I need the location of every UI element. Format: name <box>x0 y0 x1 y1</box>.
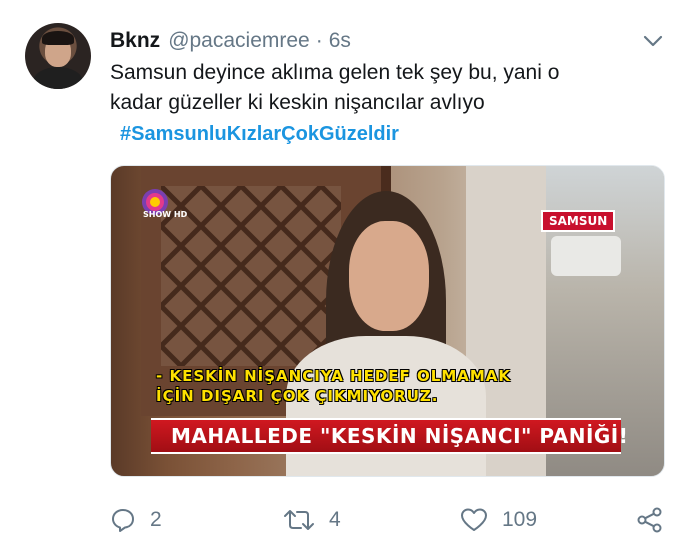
like-button[interactable]: 109 <box>460 500 537 540</box>
avatar-shirt <box>33 67 83 89</box>
tweet-text-line1: Samsun deyince aklıma gelen tek şey bu, … <box>110 61 560 84</box>
avatar-hair <box>42 31 74 45</box>
like-count: 109 <box>502 508 538 531</box>
tweet-text: Samsun deyince aklıma gelen tek şey bu, … <box>110 58 670 118</box>
retweet-button[interactable]: 4 <box>283 500 341 540</box>
channel-logo-text: SHOW HD <box>143 210 188 219</box>
news-banner-text: MAHALLEDE "KESKİN NİŞANCI" PANİĞİ! <box>171 424 629 448</box>
person-body <box>286 336 486 476</box>
user-handle[interactable]: @pacaciemree <box>168 29 310 53</box>
reply-button[interactable]: 2 <box>110 500 162 540</box>
tweet-actions: 2 4 109 <box>0 500 690 540</box>
avatar[interactable] <box>25 23 91 89</box>
chevron-down-icon[interactable] <box>640 28 666 54</box>
subtitle-line2: İÇİN DIŞARI ÇOK ÇIKMIYORUZ. <box>156 387 439 405</box>
retweet-count: 4 <box>329 508 341 531</box>
tweet-media-image[interactable]: SHOW HD SAMSUN - KESKİN NİŞANCIYA HEDEF … <box>110 165 665 477</box>
video-subtitle: - KESKİN NİŞANCIYA HEDEF OLMAMAK İÇİN DI… <box>156 366 511 406</box>
person-face <box>349 221 429 331</box>
separator-dot: · <box>315 29 323 52</box>
tweet: Bknz @pacaciemree · 6s Samsun deyince ak… <box>0 0 690 558</box>
retweet-icon <box>284 510 314 530</box>
display-name[interactable]: Bknz <box>110 29 160 53</box>
hashtag-link[interactable]: #SamsunluKızlarÇokGüzeldir <box>120 120 399 148</box>
tweet-header: Bknz @pacaciemree · 6s <box>110 27 351 55</box>
like-icon <box>461 508 487 531</box>
reply-count: 2 <box>150 508 162 531</box>
share-button[interactable] <box>636 500 664 540</box>
timestamp[interactable]: 6s <box>329 29 351 53</box>
subtitle-line1: - KESKİN NİŞANCIYA HEDEF OLMAMAK <box>156 367 512 385</box>
channel-logo-icon: SHOW HD <box>142 189 188 219</box>
share-icon <box>637 507 662 533</box>
location-tag: SAMSUN <box>541 210 616 232</box>
news-banner: MAHALLEDE "KESKİN NİŞANCI" PANİĞİ! <box>151 418 628 454</box>
tweet-text-line2: kadar güzeller ki keskin nişancılar avlı… <box>110 91 485 114</box>
reply-icon <box>112 509 134 532</box>
parked-car <box>551 236 621 276</box>
